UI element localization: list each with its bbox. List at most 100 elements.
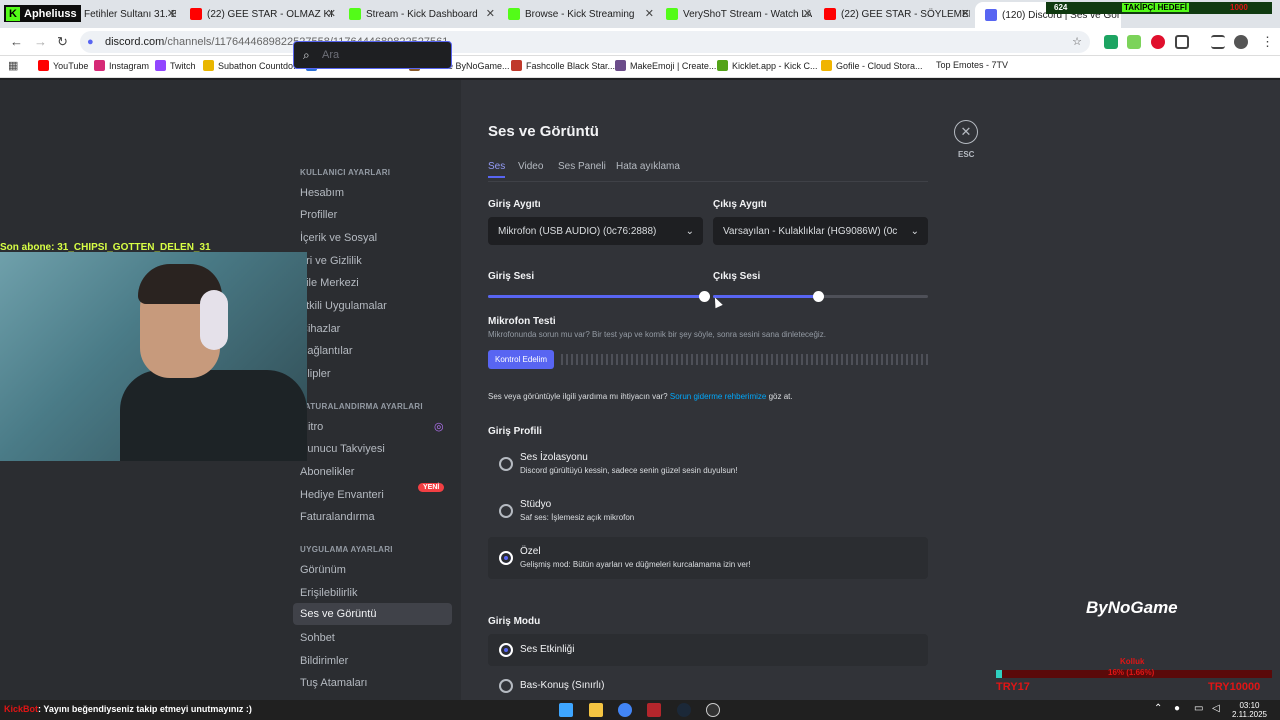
sidebar-item-subscriptions[interactable]: Abonelikler xyxy=(300,466,354,478)
search-input[interactable]: ⌕ Ara xyxy=(293,41,452,69)
bookmark-item[interactable]: Kicklet.app - Kick C... xyxy=(717,60,818,71)
browser-tab[interactable]: (22) GEE STAR - SÖYLEMEDİK✕ xyxy=(824,4,970,24)
browser-tab-strip: K Apheliuss Fetihler Sultanı 31. Bö ✕ (22)… xyxy=(0,0,1280,28)
sidebar-item-server-boost[interactable]: Sunucu Takviyesi xyxy=(300,443,385,455)
steam-icon[interactable] xyxy=(677,703,691,717)
mode-push-to-talk[interactable]: Bas-Konuş (Sınırlı) xyxy=(488,672,908,700)
back-icon[interactable]: ← xyxy=(10,34,23,49)
reload-icon[interactable]: ↻ xyxy=(57,34,68,50)
sidebar-item-voice-video[interactable]: Ses ve Görüntü xyxy=(293,603,452,625)
input-device-select[interactable]: Mikrofon (USB AUDIO) (0c76:2888) ⌄ xyxy=(488,217,703,245)
sidebar-item-content-social[interactable]: İçerik ve Sosyal xyxy=(300,232,377,244)
bookmark-item[interactable]: Top Emotes - 7TV xyxy=(936,60,1008,70)
windows-start-icon[interactable] xyxy=(559,703,573,717)
avatar[interactable] xyxy=(1234,35,1248,49)
chrome-icon[interactable] xyxy=(618,703,632,717)
url-host: discord.com xyxy=(105,36,165,48)
sidebar-item-gift-inventory[interactable]: Hediye Envanteri xyxy=(300,489,384,501)
browser-tab[interactable]: (22) GEE STAR - OLMAZ KI - Yo✕ xyxy=(190,4,336,24)
tab-debug[interactable]: Hata ayıklama xyxy=(616,161,680,172)
sidebar-item-privacy[interactable]: eri ve Gizlilik xyxy=(300,255,362,267)
mode-voice-activity[interactable]: Ses Etkinliği xyxy=(488,634,928,666)
follower-target: 1000 xyxy=(1230,3,1248,12)
clock[interactable]: 03:10 2.11.2025 xyxy=(1232,701,1267,719)
bookmark-item[interactable]: Gofile - Cloud Stora... xyxy=(821,60,923,71)
profile-title: Stüdyo xyxy=(520,499,552,510)
close-icon[interactable]: ✕ xyxy=(167,7,176,20)
output-volume-slider[interactable] xyxy=(813,291,824,302)
sidebar-item-account[interactable]: Hesabım xyxy=(300,187,344,199)
sidebar-item-profiles[interactable]: Profiller xyxy=(300,209,337,221)
mic-level-meter xyxy=(561,354,928,365)
close-settings-button[interactable]: ✕ xyxy=(954,120,978,144)
sidebar-item-family[interactable]: aile Merkezi xyxy=(300,277,359,289)
close-icon[interactable]: ✕ xyxy=(803,7,812,20)
help-text-suffix: göz at. xyxy=(768,392,793,401)
bookmark-item[interactable]: Twitch xyxy=(155,60,196,71)
close-icon[interactable]: ✕ xyxy=(486,7,495,20)
network-icon[interactable]: ▭ xyxy=(1194,703,1203,714)
subathon-icon xyxy=(203,60,214,71)
tab-soundboard[interactable]: Ses Paneli xyxy=(558,161,606,172)
makeemoji-icon xyxy=(615,60,626,71)
output-device-select[interactable]: Varsayılan - Kulaklıklar (HG9086W) (0c ⌄ xyxy=(713,217,928,245)
browser-tab[interactable]: Stream - Kick Dashboard ✕ xyxy=(349,4,495,24)
close-icon[interactable]: ✕ xyxy=(327,7,336,20)
volume-icon[interactable]: ◁ xyxy=(1212,703,1220,714)
sidebar-item-chat[interactable]: Sohbet xyxy=(300,632,335,644)
tab-video[interactable]: Video xyxy=(518,161,543,172)
bookmark-label: Instagram xyxy=(109,60,150,71)
sidebar-item-notifications[interactable]: Bildirimler xyxy=(300,655,348,667)
radio-circle xyxy=(499,504,513,518)
input-volume-slider[interactable] xyxy=(699,291,710,302)
troubleshooting-link[interactable]: Sorun giderme rehberimize xyxy=(670,392,767,401)
forward-icon[interactable]: → xyxy=(34,34,47,49)
extensions-puzzle-icon[interactable] xyxy=(1175,35,1189,49)
menu-icon[interactable]: ⋮ xyxy=(1261,34,1274,50)
input-device-value: Mikrofon (USB AUDIO) (0c76:2888) xyxy=(498,226,657,237)
star-icon[interactable]: ☆ xyxy=(1072,31,1082,53)
chevron-up-icon[interactable]: ⌃ xyxy=(1154,703,1162,714)
bookmark-item[interactable]: YouTube xyxy=(38,60,88,71)
obs-icon[interactable] xyxy=(706,703,720,717)
close-icon[interactable]: ✕ xyxy=(961,7,970,20)
tab-label: (22) GEE STAR - SÖYLEMEDİK xyxy=(841,8,970,20)
browser-tab[interactable]: VeryShoT Stream - Watch Live ✕ xyxy=(666,4,812,24)
sidebar-item-keybinds[interactable]: Tuş Atamaları xyxy=(300,677,367,689)
browser-tab[interactable]: Fetihler Sultanı 31. Bö ✕ xyxy=(84,4,176,24)
mode-label: Ses Etkinliği xyxy=(520,644,575,655)
bookmark-item[interactable]: Subathon Countdo... xyxy=(203,60,301,71)
mic-test-button[interactable]: Kontrol Edelim xyxy=(488,350,554,369)
goal-target: TRY10000 xyxy=(1208,681,1261,693)
profile-voice-isolation[interactable]: Ses İzolasyonu Discord gürültüyü kessin, … xyxy=(488,443,908,485)
stream-brand: K Apheliuss xyxy=(4,5,81,22)
extension-icon[interactable] xyxy=(1104,35,1118,49)
profile-studio[interactable]: Stüdyo Saf ses: İşlemesiz açık mikrofon xyxy=(488,490,908,532)
profile-custom[interactable]: Özel Gelişmiş mod: Bütün ayarları ve düğm… xyxy=(488,537,928,579)
sidebar-item-accessibility[interactable]: Erişilebilirlik xyxy=(300,587,357,599)
apps-grid-icon[interactable]: ▦ xyxy=(8,59,18,72)
bookmark-item[interactable]: MakeEmoji | Create... xyxy=(615,60,716,71)
sidebar-item-connections[interactable]: Bağlantılar xyxy=(300,345,353,357)
input-volume-label: Giriş Sesi xyxy=(488,271,535,282)
ticker-message: : Yayını beğendiyseniz takip etmeyi unut… xyxy=(38,704,252,714)
browser-tab[interactable]: Browse - Kick Streaming ✕ xyxy=(508,4,654,24)
sidebar-item-authorized-apps[interactable]: etkili Uygulamalar xyxy=(300,300,387,312)
media-icon[interactable] xyxy=(1211,35,1225,49)
bookmark-label: Top Emotes - 7TV xyxy=(936,60,1009,70)
close-icon[interactable]: ✕ xyxy=(645,7,654,20)
bookmark-item[interactable]: Fashcolle Black Star... xyxy=(511,60,615,71)
opera-icon[interactable] xyxy=(1151,35,1165,49)
site-info-icon[interactable]: ● xyxy=(87,31,94,53)
sidebar-item-appearance[interactable]: Görünüm xyxy=(300,564,346,576)
sidebar-item-billing[interactable]: Faturalandırma xyxy=(300,511,375,523)
microphone-icon[interactable]: ● xyxy=(1174,703,1180,714)
app-icon[interactable] xyxy=(647,703,661,717)
goal-current: TRY17 xyxy=(996,681,1030,693)
url-field[interactable]: ● discord.com/channels/11764446898225275… xyxy=(80,31,1090,53)
extension-icon[interactable] xyxy=(1127,35,1141,49)
file-explorer-icon[interactable] xyxy=(589,703,603,717)
bookmark-item[interactable]: Instagram xyxy=(94,60,149,71)
tab-label: (22) GEE STAR - OLMAZ KI - Yo xyxy=(207,8,336,20)
tab-voice[interactable]: Ses xyxy=(488,161,506,178)
